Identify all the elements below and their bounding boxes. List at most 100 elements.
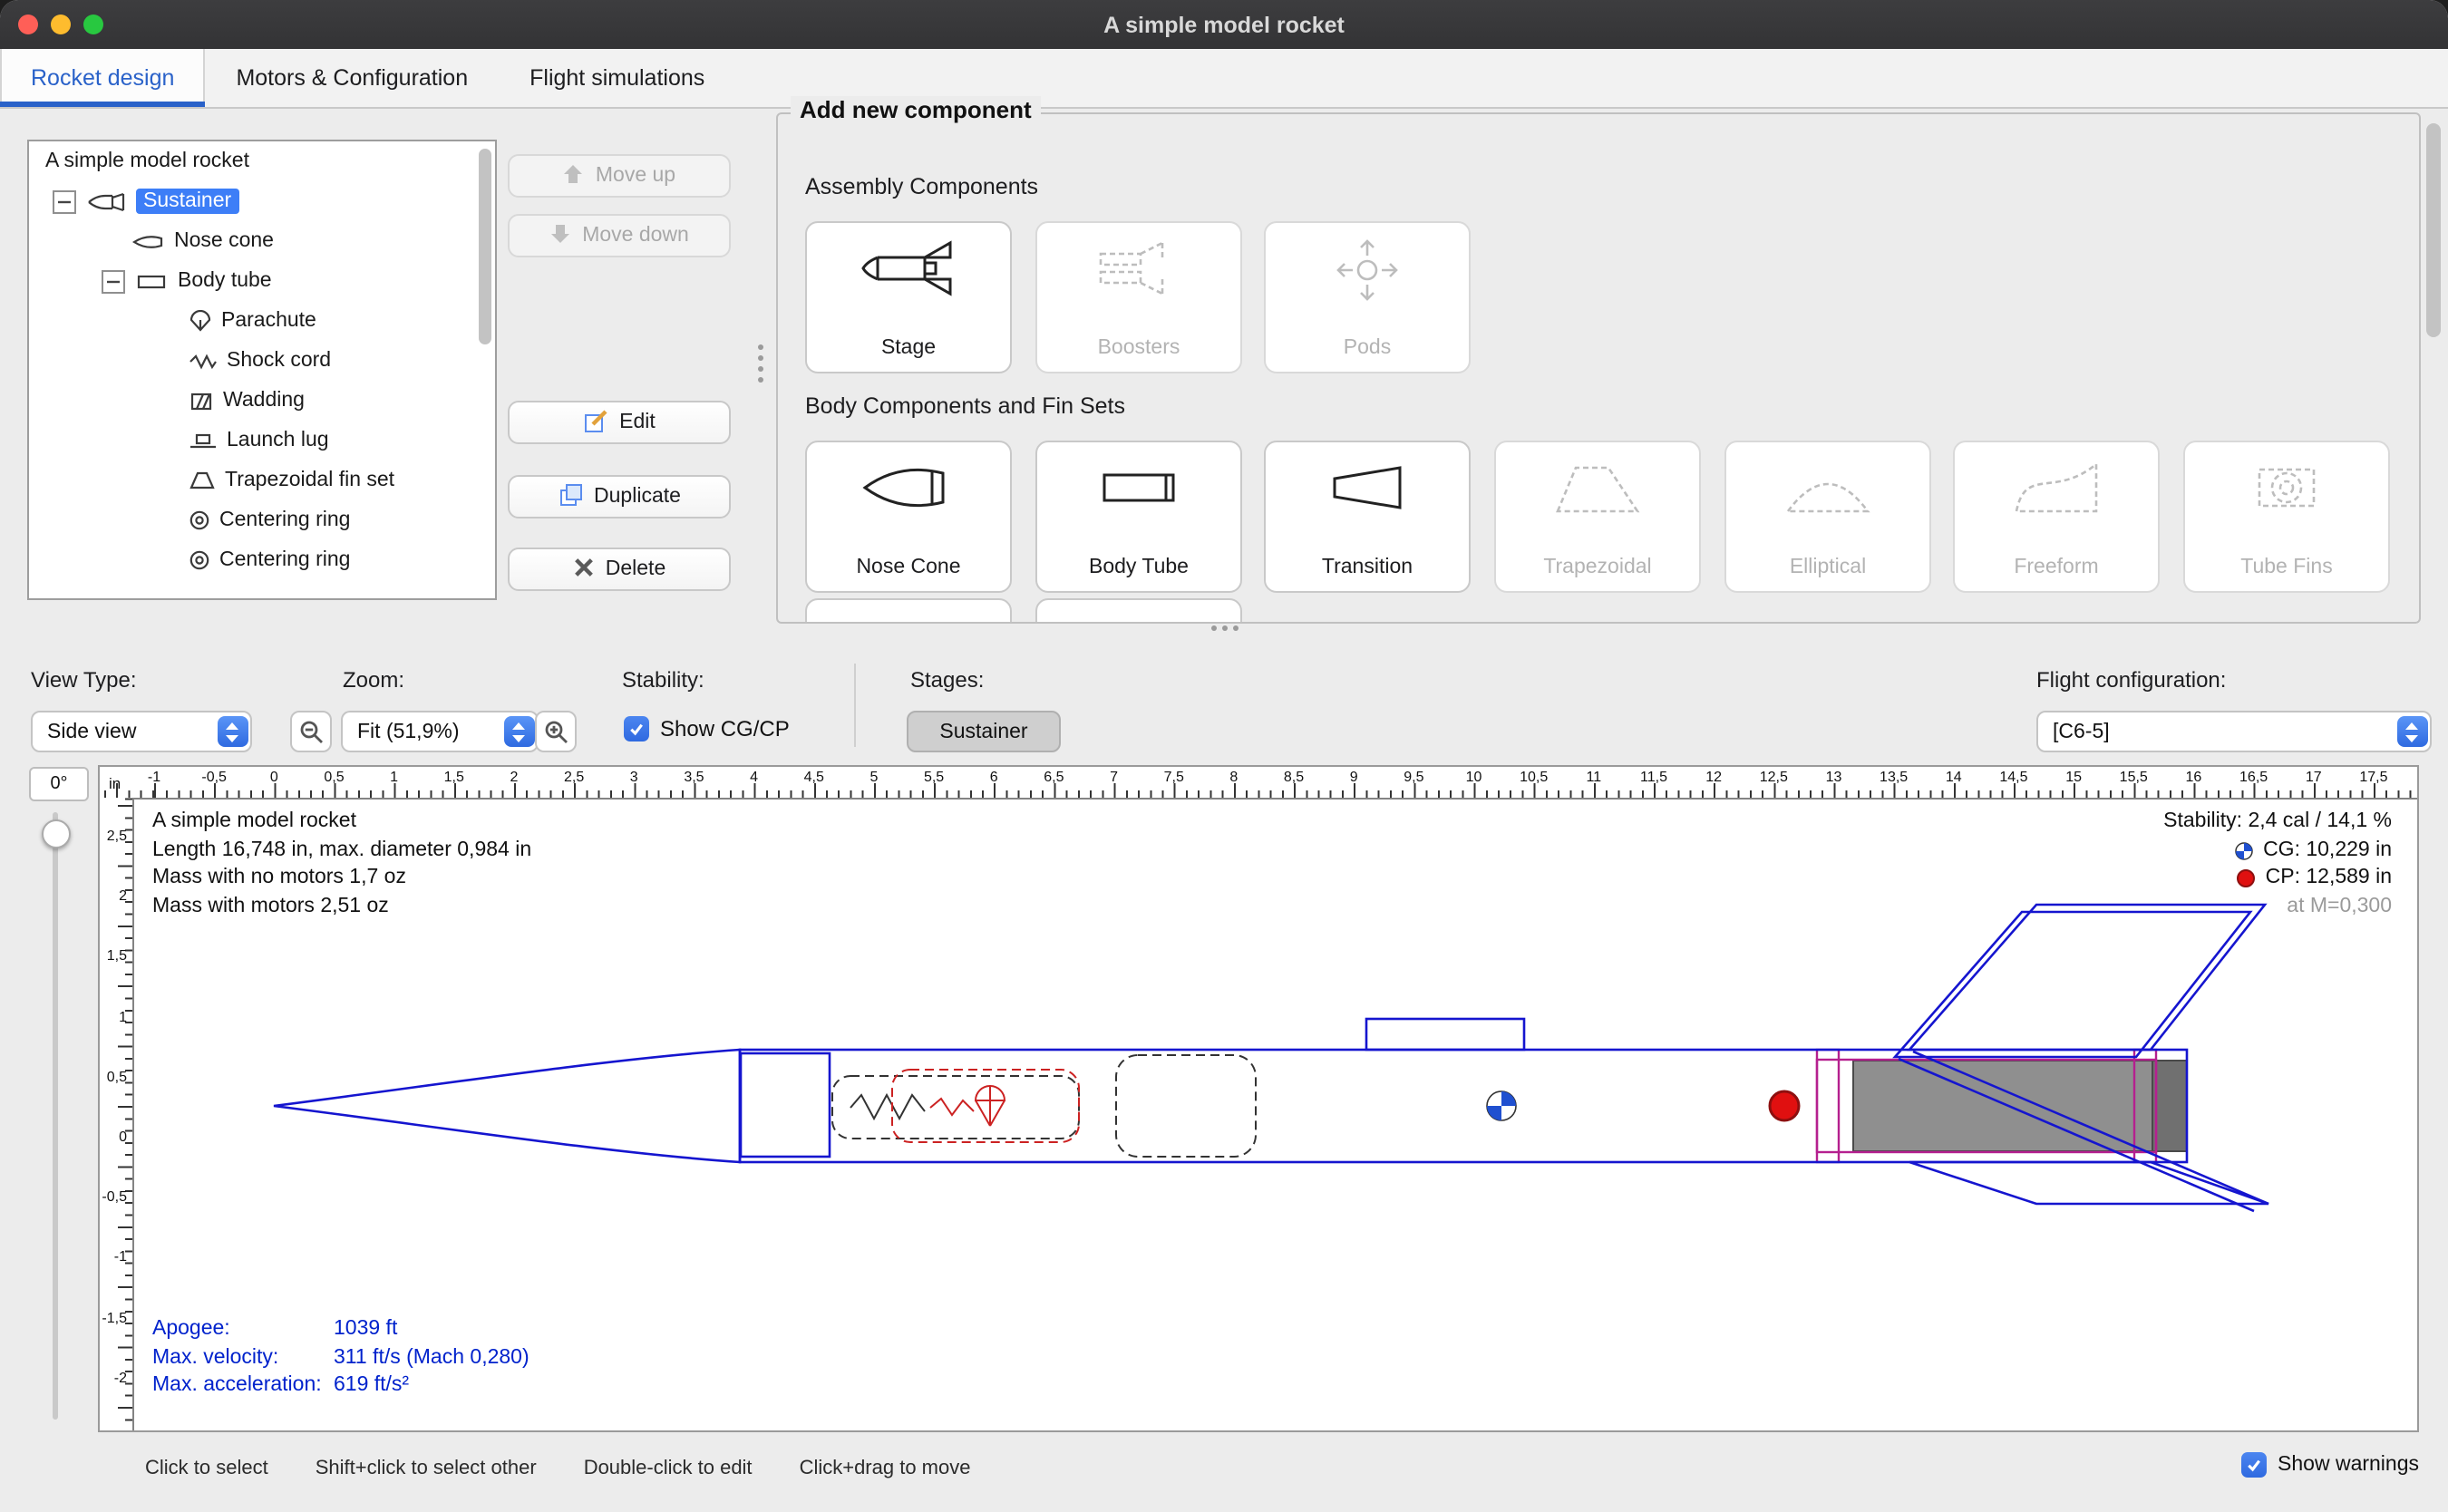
body-components-label: Body Components and Fin Sets	[805, 393, 1125, 419]
status-hints: Click to select Shift+click to select ot…	[145, 1458, 971, 1479]
add-component-panel: Assembly Components Stage Boosters Pods …	[776, 112, 2421, 624]
component-card-partial[interactable]	[805, 598, 1012, 624]
app-window: A simple model rocket Rocket design Moto…	[0, 0, 2448, 1512]
fin-set-icon	[189, 471, 216, 489]
horizontal-splitter-handle[interactable]	[1211, 625, 1239, 631]
move-down-button[interactable]: Move down	[508, 214, 731, 257]
tab-motors-configuration[interactable]: Motors & Configuration	[205, 49, 499, 107]
duplicate-button[interactable]: Duplicate	[508, 475, 731, 519]
tree-item-label: Launch lug	[227, 430, 329, 451]
parachute-icon	[189, 310, 212, 332]
show-warnings-checkbox-row[interactable]: Show warnings	[2241, 1452, 2419, 1478]
tree-item-nose-cone[interactable]: Nose cone	[29, 221, 495, 261]
card-label: Pods	[1344, 337, 1391, 359]
checkbox-checked-icon[interactable]	[624, 716, 649, 741]
show-cgcp-checkbox-row[interactable]: Show CG/CP	[624, 716, 790, 741]
zoom-select[interactable]: Fit (51,9%)	[341, 711, 539, 752]
add-transition-card[interactable]: Transition	[1264, 441, 1471, 593]
tree-item-label: Wadding	[223, 390, 305, 412]
ruler-x: -1-0,500,511,522,533,544,555,566,577,588…	[100, 767, 2417, 800]
stages-label: Stages:	[910, 667, 984, 693]
title-bar: A simple model rocket	[0, 0, 2448, 49]
nose-cone-icon	[860, 455, 957, 529]
rocket-canvas[interactable]: -1-0,500,511,522,533,544,555,566,577,588…	[98, 765, 2419, 1432]
close-window-button[interactable]	[18, 15, 38, 34]
button-label: Move down	[582, 225, 689, 247]
tree-item-sustainer[interactable]: Sustainer	[29, 181, 495, 221]
tab-rocket-design[interactable]: Rocket design	[0, 49, 205, 107]
tree-scrollbar-thumb[interactable]	[479, 149, 491, 344]
hint-double-click: Double-click to edit	[584, 1458, 753, 1479]
view-type-value: Side view	[47, 721, 136, 742]
rotation-value[interactable]: 0°	[29, 767, 89, 801]
add-boosters-card: Boosters	[1035, 221, 1242, 373]
stage-sustainer-toggle[interactable]: Sustainer	[907, 711, 1061, 752]
tree-item-launch-lug[interactable]: Launch lug	[29, 421, 495, 460]
max-velocity-label: Max. velocity:	[152, 1344, 334, 1372]
tree-item-wadding[interactable]: Wadding	[29, 381, 495, 421]
tube-fins-icon	[2238, 455, 2336, 529]
cg-marker	[1487, 1091, 1516, 1120]
zoom-out-button[interactable]	[290, 711, 332, 752]
assembly-components-label: Assembly Components	[805, 174, 1038, 199]
add-tube-fins-card: Tube Fins	[2183, 441, 2390, 593]
edit-button[interactable]: Edit	[508, 401, 731, 444]
flight-configuration-select[interactable]: [C6-5]	[2036, 711, 2432, 752]
tree-item-body-tube[interactable]: Body tube	[29, 261, 495, 301]
apogee-label: Apogee:	[152, 1316, 334, 1344]
card-label: Boosters	[1098, 337, 1180, 359]
rotation-slider-track[interactable]	[53, 812, 58, 1420]
card-label: Nose Cone	[856, 557, 960, 578]
fullscreen-window-button[interactable]	[83, 15, 103, 34]
add-body-tube-card[interactable]: Body Tube	[1035, 441, 1242, 593]
move-up-button[interactable]: Move up	[508, 154, 731, 198]
cg-legend-icon	[2234, 841, 2254, 861]
card-label: Stage	[881, 337, 936, 359]
tree-item-label: Parachute	[221, 310, 316, 332]
add-stage-card[interactable]: Stage	[805, 221, 1012, 373]
zoom-value: Fit (51,9%)	[357, 721, 460, 742]
stage-icon	[860, 236, 957, 310]
tree-item-rocket-root[interactable]: A simple model rocket	[29, 141, 495, 181]
tree-scrollbar[interactable]	[479, 145, 493, 595]
tab-flight-simulations[interactable]: Flight simulations	[499, 49, 735, 107]
tree-item-trapezoidal-fin-set[interactable]: Trapezoidal fin set	[29, 460, 495, 500]
zoom-in-button[interactable]	[535, 711, 577, 752]
cp-legend-icon	[2237, 869, 2257, 889]
component-card-partial[interactable]	[1035, 598, 1242, 624]
main-tab-bar: Rocket design Motors & Configuration Fli…	[0, 49, 2448, 109]
minimize-window-button[interactable]	[51, 15, 71, 34]
select-chevrons-icon	[2396, 716, 2427, 747]
panel-scrollbar[interactable]	[2426, 116, 2441, 620]
flight-estimates-block: Apogee:1039 ft Max. velocity:311 ft/s (M…	[152, 1316, 529, 1401]
delete-button[interactable]: Delete	[508, 548, 731, 591]
rotation-slider-knob[interactable]	[42, 819, 71, 848]
tree-item-label: Nose cone	[174, 230, 274, 252]
window-title: A simple model rocket	[1103, 12, 1345, 37]
tree-item-shock-cord[interactable]: Shock cord	[29, 341, 495, 381]
ruler-unit: in	[109, 774, 121, 792]
window-controls	[18, 0, 103, 49]
collapse-toggle-icon[interactable]	[53, 189, 76, 213]
tree-item-centering-ring-1[interactable]: Centering ring	[29, 500, 495, 540]
show-cgcp-label: Show CG/CP	[660, 716, 790, 741]
nose-cone-icon	[132, 231, 165, 251]
collapse-toggle-icon[interactable]	[102, 269, 125, 293]
panel-splitter-handle[interactable]	[758, 344, 763, 383]
card-label: Elliptical	[1790, 557, 1866, 578]
edit-pencil-icon	[583, 407, 608, 438]
pods-icon	[1318, 236, 1416, 310]
centering-ring-icon	[189, 549, 210, 571]
arrow-up-icon	[563, 162, 585, 189]
view-type-select[interactable]: Side view	[31, 711, 252, 752]
card-label: Tube Fins	[2240, 557, 2332, 578]
rocket-mass-empty-text: Mass with no motors 1,7 oz	[152, 865, 531, 893]
tree-item-centering-ring-2[interactable]: Centering ring	[29, 540, 495, 580]
checkbox-checked-icon[interactable]	[2241, 1452, 2267, 1478]
card-label: Body Tube	[1089, 557, 1189, 578]
tree-item-parachute[interactable]: Parachute	[29, 301, 495, 341]
add-trapezoidal-fin-card: Trapezoidal	[1494, 441, 1701, 593]
component-tree: A simple model rocket Sustainer Nose con…	[27, 140, 497, 600]
panel-scrollbar-thumb[interactable]	[2426, 123, 2441, 337]
add-nose-cone-card[interactable]: Nose Cone	[805, 441, 1012, 593]
